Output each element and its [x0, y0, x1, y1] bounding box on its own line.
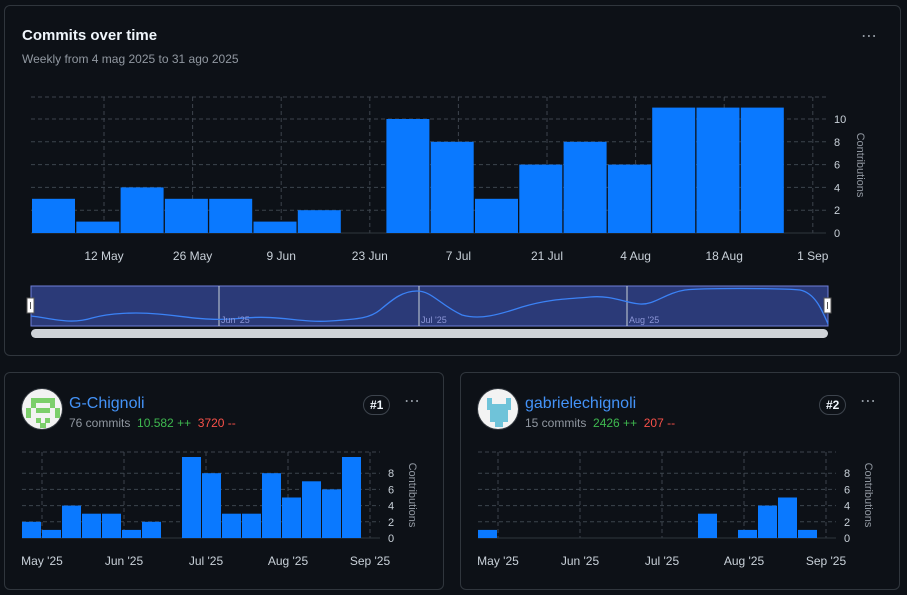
- avatar[interactable]: [477, 388, 519, 430]
- deletions-count: 207 --: [643, 416, 676, 430]
- deletions-count: 3720 --: [197, 416, 236, 430]
- contributor-stats: 76 commits 10.582 ++ 3720 --: [69, 416, 236, 430]
- more-options-icon[interactable]: ⋯: [404, 394, 421, 410]
- commit-count: 15 commits: [525, 416, 587, 430]
- brush-label-jul: Jul '25: [421, 315, 447, 325]
- identicon-green-icon: [22, 389, 62, 429]
- contributor-username-link[interactable]: G-Chignoli: [69, 395, 145, 413]
- additions-count: 2426 ++: [593, 416, 638, 430]
- contributor-card: G-Chignoli 76 commits 10.582 ++ 3720 -- …: [4, 372, 444, 590]
- brush-label-aug: Aug '25: [629, 315, 659, 325]
- commit-count: 76 commits: [69, 416, 131, 430]
- brush-scrollbar[interactable]: [31, 329, 828, 338]
- rank-badge: #2: [819, 395, 847, 415]
- avatar[interactable]: [21, 388, 63, 430]
- contributor-card: gabrielechignoli 15 commits 2426 ++ 207 …: [460, 372, 900, 590]
- identicon-cyan-icon: [478, 389, 518, 429]
- contributor-username-link[interactable]: gabrielechignoli: [525, 395, 636, 413]
- additions-count: 10.582 ++: [137, 416, 192, 430]
- more-options-icon[interactable]: ⋯: [860, 394, 877, 410]
- brush-label-jun: Jun '25: [221, 315, 250, 325]
- rank-badge: #1: [363, 395, 391, 415]
- contributor-stats: 15 commits 2426 ++ 207 --: [525, 416, 675, 430]
